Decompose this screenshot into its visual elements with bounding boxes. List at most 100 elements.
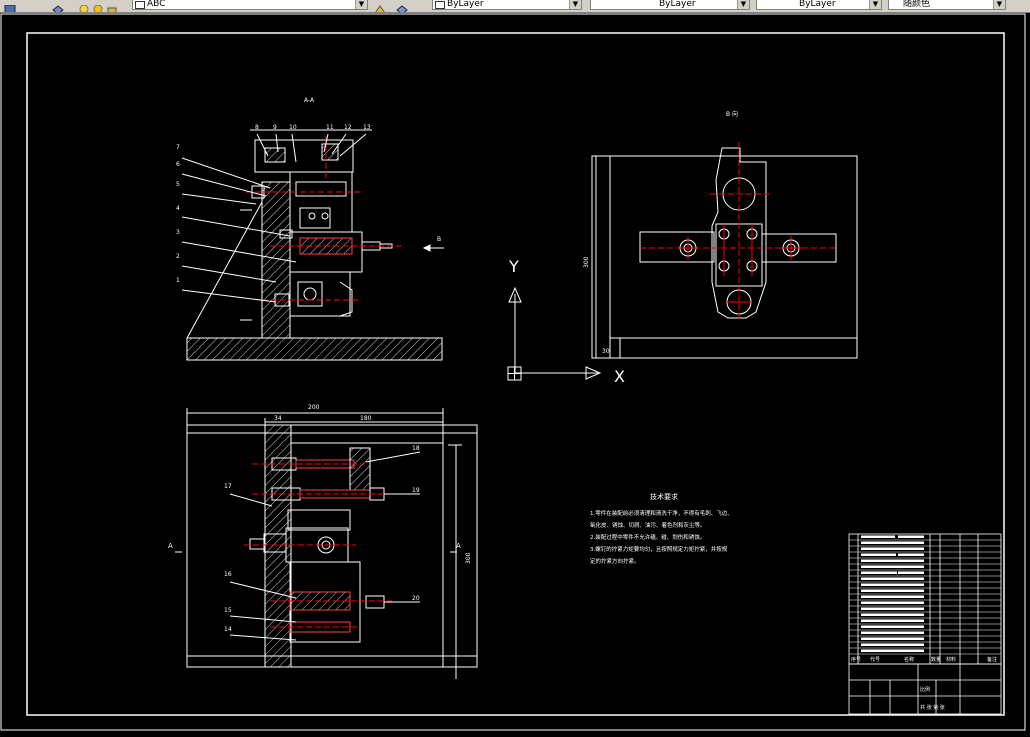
dim-base-label: 30 — [602, 348, 610, 355]
svg-text:18: 18 — [412, 445, 420, 452]
svg-text:11: 11 — [326, 124, 334, 131]
bom-row-text — [861, 625, 900, 628]
svg-text:材料: 材料 — [946, 656, 956, 663]
svg-text:16: 16 — [224, 571, 232, 578]
layer-color-swatch — [135, 1, 145, 9]
section-view-a-a — [181, 129, 444, 361]
bom-row-text — [898, 571, 924, 574]
bom-row-text — [898, 631, 924, 634]
bom-row-text — [898, 535, 924, 538]
layer-state-icon[interactable] — [52, 0, 64, 12]
dim-height-label: 300 — [583, 256, 590, 268]
bom-row-text — [898, 547, 924, 550]
bom-row-text — [898, 559, 924, 562]
bom-row-text — [898, 649, 924, 652]
bom-row-text — [898, 583, 924, 586]
svg-text:7: 7 — [176, 144, 180, 151]
bom-row-text — [861, 571, 897, 574]
layer-lock-icon[interactable] — [106, 0, 118, 12]
bom-row-text — [861, 541, 902, 544]
notes-title: 技术要求 — [650, 492, 678, 501]
title-block-sheet-label: 共 张 第 张 — [920, 704, 945, 711]
bom-row-text — [898, 607, 924, 610]
notes-line-2: 氧化皮、锈蚀、切屑、油污、着色剂和灰尘等。 — [590, 521, 706, 529]
layer-freeze-sun-icon[interactable] — [92, 0, 104, 12]
chevron-down-icon[interactable]: ▼ — [569, 0, 581, 9]
bom-row-text — [898, 619, 924, 622]
make-current-layer-icon[interactable] — [374, 0, 386, 12]
technical-notes: 技术要求 1.零件在装配前必须清理和清洗干净，不得有毛刺、飞边、 氧化皮、锈蚀、… — [590, 492, 733, 565]
notes-line-4: 3.螺钉的拧紧力矩要均匀，且按照规定力矩拧紧，并按规 — [590, 545, 728, 553]
svg-text:4: 4 — [176, 205, 180, 212]
bom-row-text — [898, 577, 924, 580]
bom-row-text — [898, 553, 924, 556]
svg-text:3: 3 — [176, 229, 180, 236]
layer-combo-value: ABC — [147, 0, 166, 9]
outer-frame — [0, 13, 1026, 731]
bom-row-text — [898, 613, 924, 616]
model-space[interactable]: A-A B 8 9 10 11 12 13 7 6 5 4 3 2 1 B 向 … — [0, 12, 1030, 733]
color-swatch — [435, 1, 445, 9]
section-mark-left: A — [168, 542, 173, 550]
bom-header: 序号 代号 名称 数量 材料 备注 — [851, 656, 997, 663]
ucs-y-label: Y — [508, 257, 519, 276]
section-label: A-A — [304, 97, 315, 104]
svg-text:序号: 序号 — [851, 656, 861, 663]
bom-row-text — [861, 535, 895, 538]
layer-on-bulb-icon[interactable] — [78, 0, 90, 12]
svg-text:代号: 代号 — [870, 656, 880, 663]
bom-row-text — [861, 589, 898, 592]
bom-row-text — [898, 565, 924, 568]
bom-row-text — [898, 643, 924, 646]
svg-text:9: 9 — [273, 124, 277, 131]
bom-row-text — [898, 595, 924, 598]
layer-manager-icon[interactable] — [4, 0, 16, 12]
bom-row-text — [861, 577, 904, 580]
svg-text:数量: 数量 — [931, 656, 941, 663]
chevron-down-icon[interactable]: ▼ — [993, 0, 1005, 9]
svg-text:1: 1 — [176, 277, 180, 284]
notes-line-5: 定的拧紧方向拧紧。 — [590, 557, 640, 565]
svg-text:名称: 名称 — [904, 656, 914, 663]
chevron-down-icon[interactable]: ▼ — [355, 0, 367, 9]
title-block-scale-label: 比例 — [920, 686, 930, 693]
bom-row-text — [898, 601, 924, 604]
svg-text:8: 8 — [255, 124, 259, 131]
layer-combo[interactable]: ABC ▼ — [132, 0, 368, 10]
notes-line-1: 1.零件在装配前必须清理和清洗干净，不得有毛刺、飞边、 — [590, 509, 733, 517]
plotstyle-combo-value: 随颜色 — [903, 0, 931, 9]
svg-text:13: 13 — [363, 124, 371, 131]
lineweight-combo[interactable]: ByLayer ▼ — [756, 0, 882, 10]
arrow-b-label: B — [437, 236, 441, 243]
notes-line-3: 2.装配过程中零件不允许磕、碰、划伤和锈蚀。 — [590, 533, 705, 541]
linetype-combo[interactable]: ByLayer ▼ — [590, 0, 750, 10]
bom-row-text — [898, 625, 924, 628]
bom-row-text — [898, 637, 924, 640]
bom-row-text — [898, 541, 924, 544]
chevron-down-icon[interactable]: ▼ — [869, 0, 881, 9]
ucs-x-label: X — [614, 367, 625, 386]
bom-row-text — [861, 607, 899, 610]
svg-text:14: 14 — [224, 626, 232, 633]
color-combo[interactable]: ByLayer ▼ — [432, 0, 582, 10]
view-b — [591, 142, 858, 359]
svg-text:19: 19 — [412, 487, 420, 494]
ucs-icon — [507, 286, 602, 381]
linetype-combo-value: ByLayer — [659, 0, 696, 9]
svg-text:20: 20 — [412, 595, 420, 602]
bom-row-text — [898, 589, 924, 592]
dim-left-label: 34 — [274, 415, 282, 422]
bom-row-text — [861, 553, 896, 556]
svg-text:17: 17 — [224, 483, 232, 490]
part-number-labels-left: 7 6 5 4 3 2 1 — [176, 144, 180, 284]
svg-text:6: 6 — [176, 161, 180, 168]
drawing-canvas[interactable]: A-A B 8 9 10 11 12 13 7 6 5 4 3 2 1 B 向 … — [0, 12, 1030, 733]
bom-row-text — [861, 559, 903, 562]
svg-text:2: 2 — [176, 253, 180, 260]
plotstyle-combo[interactable]: 随颜色 ▼ — [888, 0, 1006, 10]
svg-text:15: 15 — [224, 607, 232, 614]
color-combo-value: ByLayer — [447, 0, 484, 9]
lineweight-combo-value: ByLayer — [799, 0, 836, 9]
layer-previous-icon[interactable] — [396, 0, 408, 12]
chevron-down-icon[interactable]: ▼ — [737, 0, 749, 9]
